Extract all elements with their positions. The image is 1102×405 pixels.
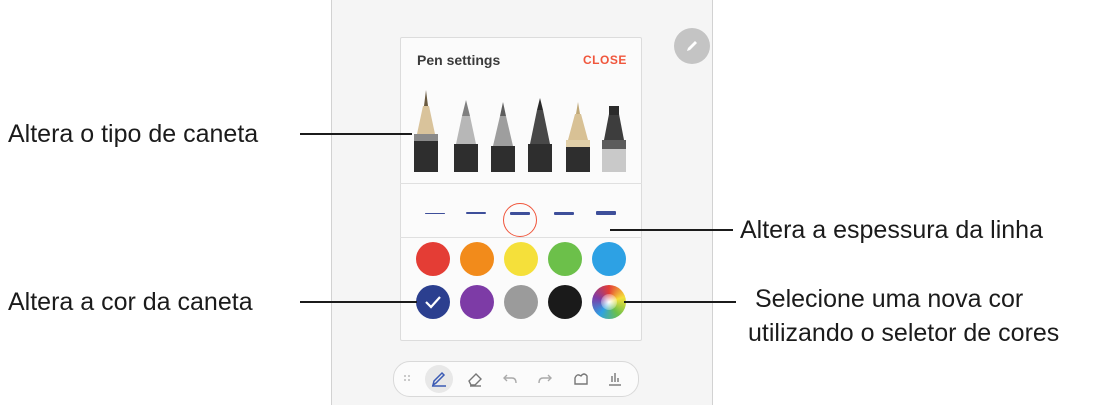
color-swatch-red[interactable] <box>416 242 450 276</box>
close-button[interactable]: CLOSE <box>583 53 627 67</box>
thickness-option-4[interactable] <box>554 212 574 215</box>
save-icon[interactable] <box>606 370 624 388</box>
calligraphy-pen-option[interactable] <box>453 88 479 172</box>
leader-line-color-picker <box>624 301 736 303</box>
fountain-pen-option[interactable] <box>413 88 439 172</box>
pen-mode-button[interactable] <box>674 28 710 64</box>
color-swatch-orange[interactable] <box>460 242 494 276</box>
thickness-option-3[interactable] <box>510 212 530 215</box>
annotation-pen-type: Altera o tipo de caneta <box>8 120 259 148</box>
color-swatch-gray[interactable] <box>504 285 538 319</box>
eraser-icon[interactable] <box>466 370 484 388</box>
pencil-icon <box>687 41 697 51</box>
drag-handle-icon[interactable] <box>403 370 411 388</box>
color-swatch-black[interactable] <box>548 285 582 319</box>
annotation-color-picker-line2: utilizando o seletor de cores <box>748 319 1060 347</box>
separator <box>400 237 642 238</box>
highlighter-option[interactable] <box>601 88 627 172</box>
annotation-pen-color: Altera a cor da caneta <box>8 288 253 316</box>
shape-icon[interactable] <box>572 370 590 388</box>
undo-icon[interactable] <box>502 370 520 388</box>
color-swatch-green[interactable] <box>548 242 582 276</box>
color-picker-highlight <box>601 294 617 310</box>
color-swatch-yellow[interactable] <box>504 242 538 276</box>
color-swatch-navy-selected[interactable] <box>416 285 450 319</box>
pen-settings-title: Pen settings <box>417 52 501 68</box>
thickness-option-2[interactable] <box>466 212 486 214</box>
pen-icon[interactable] <box>430 370 448 388</box>
redo-icon[interactable] <box>535 370 553 388</box>
leader-line-thickness <box>610 229 733 231</box>
annotation-color-picker-line1: Selecione uma nova cor <box>755 285 1024 313</box>
separator <box>400 183 642 184</box>
marker-option[interactable] <box>527 88 553 172</box>
annotation-line-thickness: Altera a espessura da linha <box>740 216 1043 244</box>
thickness-selected-ring <box>503 203 537 237</box>
thickness-option-5[interactable] <box>596 211 616 215</box>
brush-pen-option[interactable] <box>565 88 591 172</box>
thickness-option-1[interactable] <box>425 213 445 214</box>
color-picker-button[interactable] <box>592 285 626 319</box>
color-swatch-purple[interactable] <box>460 285 494 319</box>
color-swatch-blue[interactable] <box>592 242 626 276</box>
leader-line-pen-color <box>300 301 417 303</box>
pencil-option[interactable] <box>490 88 516 172</box>
checkmark-icon <box>425 296 441 309</box>
leader-line-pen-type <box>300 133 412 135</box>
